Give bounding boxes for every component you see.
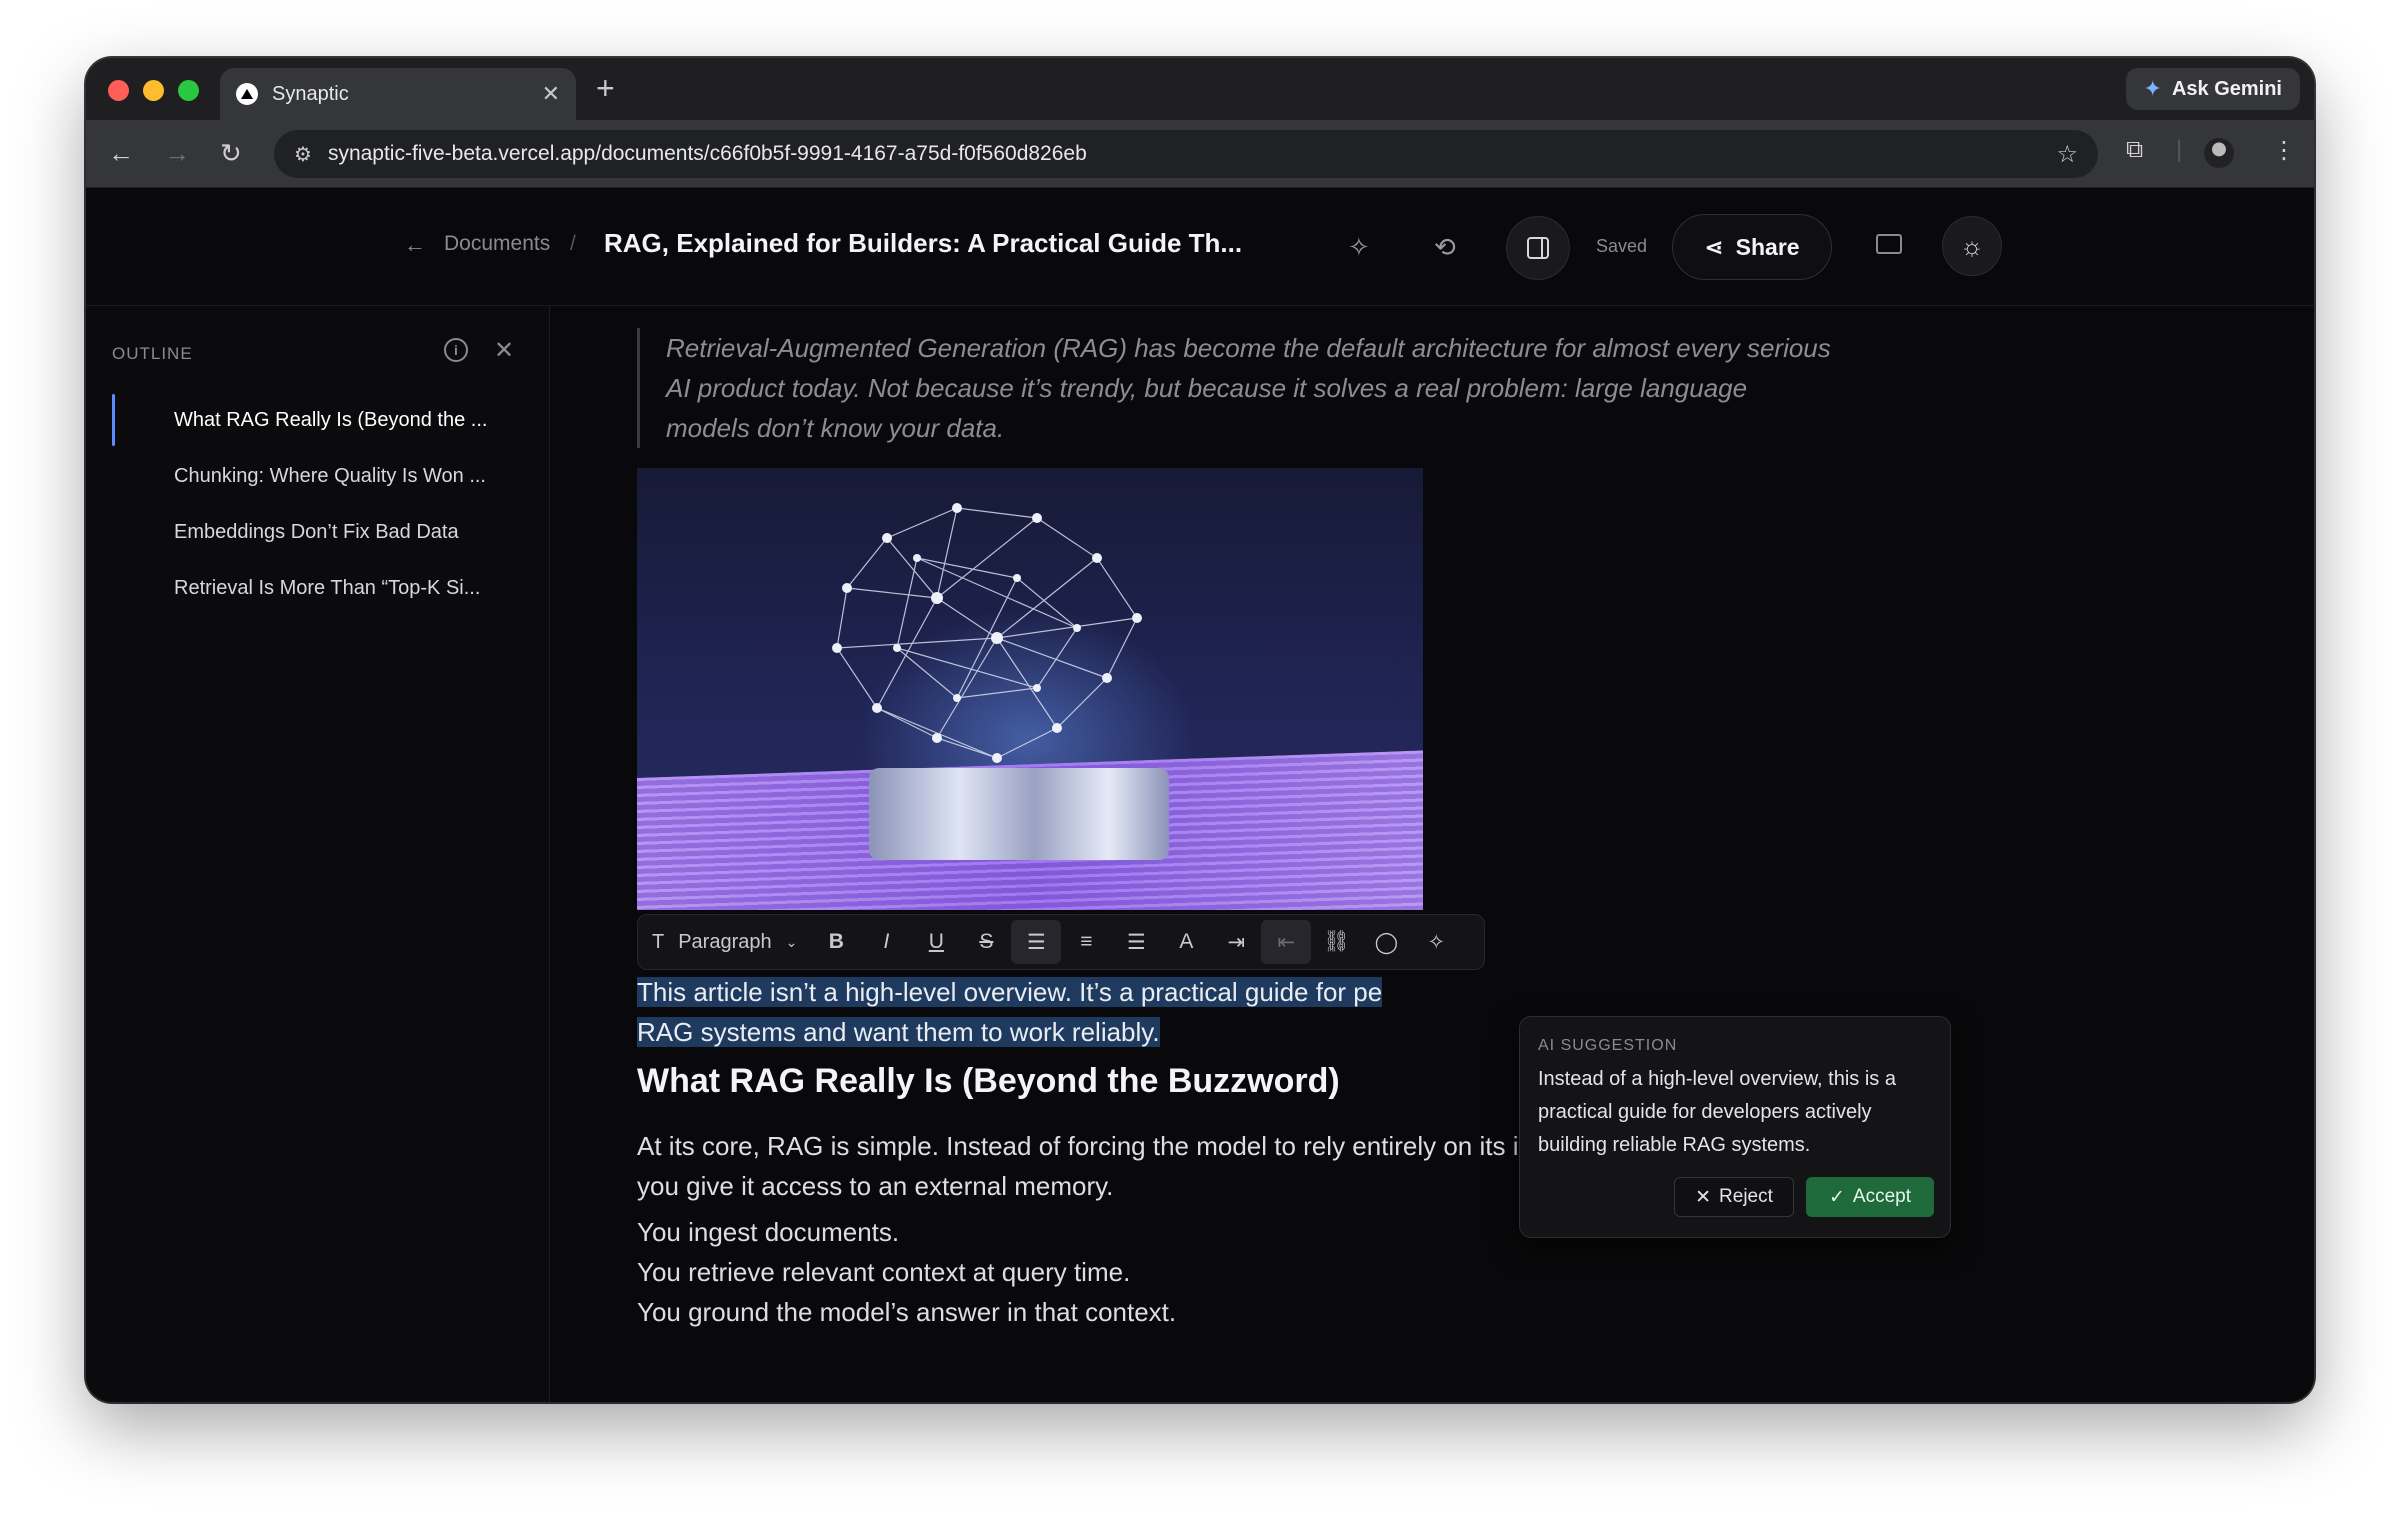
share-label: Share bbox=[1735, 233, 1800, 260]
keyboard-shortcuts-icon[interactable] bbox=[1876, 234, 1902, 254]
browser-tab[interactable]: Synaptic ✕ bbox=[220, 68, 576, 120]
underline-button[interactable]: U bbox=[911, 920, 961, 964]
align-center-button[interactable]: ≡ bbox=[1061, 920, 1111, 964]
paragraph-style-label: Paragraph bbox=[678, 930, 772, 953]
paragraph-style-select[interactable]: T Paragraph ⌄ bbox=[652, 931, 811, 954]
outline-list: What RAG Really Is (Beyond the ... Chunk… bbox=[86, 392, 549, 616]
new-tab-button[interactable]: + bbox=[596, 70, 615, 107]
info-icon[interactable]: i bbox=[444, 338, 468, 362]
browser-menu-icon[interactable]: ⋮ bbox=[2272, 136, 2296, 165]
align-right-button[interactable]: ☰ bbox=[1111, 920, 1161, 964]
document-title[interactable]: RAG, Explained for Builders: A Practical… bbox=[604, 228, 1242, 259]
ask-gemini-label: Ask Gemini bbox=[2171, 77, 2282, 100]
outline-item[interactable]: Chunking: Where Quality Is Won ... bbox=[86, 448, 549, 504]
ask-gemini-button[interactable]: ✦ Ask Gemini bbox=[2125, 68, 2300, 110]
outdent-button[interactable]: ⇤ bbox=[1261, 920, 1312, 964]
synaptic-favicon-icon bbox=[236, 83, 258, 105]
forward-arrow-icon[interactable]: → bbox=[164, 138, 190, 169]
address-bar[interactable]: ⚙ synaptic-five-beta.vercel.app/document… bbox=[274, 130, 2098, 178]
strikethrough-button[interactable]: S bbox=[961, 920, 1011, 964]
indent-button[interactable]: ⇥ bbox=[1211, 920, 1261, 964]
history-icon[interactable]: ⟲ bbox=[1434, 232, 1456, 263]
reject-label: Reject bbox=[1719, 1186, 1773, 1207]
site-settings-icon[interactable]: ⚙ bbox=[294, 142, 312, 167]
text-type-icon: T bbox=[652, 930, 665, 953]
url-text[interactable]: synaptic-five-beta.vercel.app/documents/… bbox=[328, 142, 2057, 166]
gemini-spark-icon: ✦ bbox=[2143, 76, 2162, 101]
outline-sidebar: OUTLINE i ✕ What RAG Really Is (Beyond t… bbox=[86, 306, 550, 1402]
accept-button[interactable]: ✓ Accept bbox=[1806, 1177, 1934, 1217]
tab-strip: Synaptic ✕ + ✦ Ask Gemini bbox=[86, 58, 2314, 120]
minimize-window-button[interactable] bbox=[143, 80, 164, 101]
body-line: You ingest documents. bbox=[637, 1217, 900, 1247]
panel-layout-icon bbox=[1527, 237, 1549, 259]
body-line: You retrieve relevant context at query t… bbox=[637, 1257, 1131, 1287]
browser-window: Synaptic ✕ + ✦ Ask Gemini ← → ↻ ⚙ synapt… bbox=[86, 58, 2314, 1402]
theme-toggle-button[interactable]: ☼ bbox=[1942, 216, 2002, 276]
outline-item[interactable]: Retrieval Is More Than “Top-K Si... bbox=[86, 560, 549, 616]
sun-icon: ☼ bbox=[1960, 230, 1984, 261]
close-window-button[interactable] bbox=[108, 80, 129, 101]
intro-blockquote[interactable]: Retrieval-Augmented Generation (RAG) has… bbox=[637, 328, 1837, 448]
save-status: Saved bbox=[1596, 236, 1648, 256]
profile-avatar[interactable] bbox=[2204, 138, 2234, 168]
close-icon: ✕ bbox=[1695, 1186, 1712, 1208]
share-button[interactable]: ⋖ Share bbox=[1672, 214, 1832, 280]
maximize-window-button[interactable] bbox=[178, 80, 199, 101]
ai-sparkle-icon[interactable]: ✧ bbox=[1348, 232, 1370, 263]
outline-heading: OUTLINE bbox=[112, 344, 193, 363]
back-arrow-icon[interactable]: ← bbox=[404, 232, 426, 258]
neural-network-graphic bbox=[832, 503, 1142, 763]
bold-button[interactable]: B bbox=[811, 920, 861, 964]
link-icon[interactable]: ⛓ bbox=[1311, 920, 1361, 964]
browser-toolbar: ← → ↻ ⚙ synaptic-five-beta.vercel.app/do… bbox=[86, 120, 2314, 188]
ai-suggestion-popover: AI SUGGESTION Instead of a high-level ov… bbox=[1519, 1016, 1951, 1238]
share-icon: ⋖ bbox=[1704, 233, 1724, 260]
ai-sparkle-icon[interactable]: ✧ bbox=[1411, 920, 1461, 964]
chevron-down-icon: ⌄ bbox=[785, 933, 798, 950]
bookmark-star-icon[interactable]: ☆ bbox=[2056, 140, 2078, 169]
body-line: you give it access to an external memory… bbox=[637, 1171, 1114, 1201]
breadcrumb-separator: / bbox=[570, 232, 576, 255]
italic-button[interactable]: I bbox=[861, 920, 911, 964]
body-line: You ground the model’s answer in that co… bbox=[637, 1297, 1177, 1327]
comment-icon[interactable]: ◯ bbox=[1361, 920, 1411, 964]
toolbar-divider: | bbox=[2176, 136, 2183, 163]
check-icon: ✓ bbox=[1828, 1186, 1845, 1208]
breadcrumb-documents[interactable]: Documents bbox=[444, 232, 550, 256]
section-heading[interactable]: What RAG Really Is (Beyond the Buzzword) bbox=[637, 1062, 1340, 1101]
selected-text-line-1[interactable]: This article isn’t a high-level overview… bbox=[637, 977, 1383, 1007]
align-left-button[interactable]: ☰ bbox=[1011, 920, 1062, 964]
accept-label: Accept bbox=[1852, 1186, 1911, 1207]
toggle-panel-button[interactable] bbox=[1506, 216, 1570, 280]
ai-suggestion-text: Instead of a high-level overview, this i… bbox=[1538, 1068, 1896, 1156]
reject-button[interactable]: ✕ Reject bbox=[1674, 1177, 1794, 1217]
window-controls bbox=[108, 80, 199, 101]
outline-item[interactable]: What RAG Really Is (Beyond the ... bbox=[86, 392, 549, 448]
app-header: ← Documents / RAG, Explained for Builder… bbox=[86, 188, 2314, 306]
selected-text-line-2[interactable]: RAG systems and want them to work reliab… bbox=[637, 1017, 1160, 1047]
back-arrow-icon[interactable]: ← bbox=[108, 138, 134, 169]
ai-suggestion-label: AI SUGGESTION bbox=[1538, 1037, 1678, 1054]
formatting-toolbar: T Paragraph ⌄ B I U S ☰ ≡ ☰ A ⇥ ⇤ ⛓ ◯ ✧ bbox=[637, 914, 1485, 970]
close-tab-icon[interactable]: ✕ bbox=[542, 81, 560, 107]
tab-title: Synaptic bbox=[272, 82, 349, 105]
hero-image[interactable] bbox=[637, 468, 1423, 910]
close-icon[interactable]: ✕ bbox=[494, 336, 514, 365]
document-editor[interactable]: Retrieval-Augmented Generation (RAG) has… bbox=[551, 306, 2314, 1402]
extensions-puzzle-icon[interactable]: ⧉ bbox=[2126, 136, 2143, 164]
outline-item[interactable]: Embeddings Don’t Fix Bad Data bbox=[86, 504, 549, 560]
text-color-button[interactable]: A bbox=[1161, 920, 1211, 964]
reload-icon[interactable]: ↻ bbox=[220, 138, 242, 169]
